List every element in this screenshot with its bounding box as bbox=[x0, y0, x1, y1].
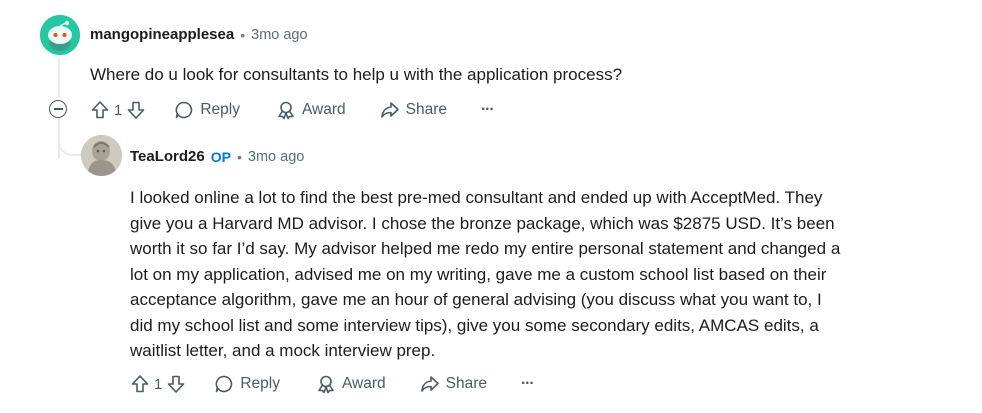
reply-button[interactable]: Reply bbox=[174, 100, 240, 120]
separator-dot: • bbox=[240, 26, 246, 43]
timestamp[interactable]: 3mo ago bbox=[251, 27, 307, 43]
comment-actions: 1 Reply Award Share ··· bbox=[90, 100, 494, 120]
avatar[interactable] bbox=[81, 135, 122, 176]
user-photo-icon bbox=[81, 135, 122, 176]
award-label: Award bbox=[301, 101, 346, 118]
comment-line: worth it so far I’d say. My advisor help… bbox=[130, 239, 841, 258]
vote-count: 1 bbox=[154, 375, 163, 393]
collapse-thread-button[interactable] bbox=[49, 100, 67, 118]
downvote-icon[interactable] bbox=[126, 100, 146, 120]
comment-line: acceptance algorithm, gave me an hour of… bbox=[130, 290, 822, 309]
vote-count: 1 bbox=[114, 101, 123, 119]
thread-connector bbox=[58, 118, 82, 156]
avatar[interactable] bbox=[40, 15, 80, 55]
comment-line: I looked online a lot to find the best p… bbox=[130, 188, 823, 207]
share-icon bbox=[380, 100, 400, 120]
share-label: Share bbox=[445, 375, 488, 392]
comment-body: I looked online a lot to find the best p… bbox=[130, 185, 840, 364]
vote-group: 1 bbox=[90, 100, 146, 120]
more-options-icon: ··· bbox=[521, 375, 534, 392]
downvote-icon[interactable] bbox=[166, 374, 186, 394]
upvote-icon[interactable] bbox=[90, 100, 110, 120]
comment-icon bbox=[214, 374, 234, 394]
award-button[interactable]: Award bbox=[316, 374, 386, 394]
snoo-avatar-icon bbox=[40, 15, 80, 55]
award-button[interactable]: Award bbox=[276, 100, 346, 120]
reply-button[interactable]: Reply bbox=[214, 374, 280, 394]
award-icon bbox=[276, 100, 296, 120]
comment-header: mangopineapplesea • 3mo ago bbox=[90, 26, 308, 43]
comment-line: give you a Harvard MD advisor. I chose t… bbox=[130, 213, 835, 233]
upvote-icon[interactable] bbox=[130, 374, 150, 394]
more-options-icon: ··· bbox=[481, 101, 494, 118]
comment-line: lot on my application, advised me on my … bbox=[130, 264, 827, 284]
share-label: Share bbox=[405, 101, 448, 118]
share-icon bbox=[420, 374, 440, 394]
separator-dot: • bbox=[236, 148, 242, 165]
timestamp[interactable]: 3mo ago bbox=[248, 149, 304, 165]
op-badge: OP bbox=[210, 148, 231, 165]
share-button[interactable]: Share bbox=[420, 374, 487, 394]
reply-label: Reply bbox=[200, 101, 240, 118]
more-options-button[interactable]: ··· bbox=[481, 101, 494, 119]
username[interactable]: mangopineapplesea bbox=[90, 26, 234, 43]
award-icon bbox=[316, 374, 336, 394]
reply-label: Reply bbox=[240, 375, 280, 392]
comment-line: waitlist letter, and a mock interview pr… bbox=[130, 341, 436, 360]
comment-icon bbox=[174, 100, 194, 120]
username[interactable]: TeaLord26 bbox=[130, 148, 205, 165]
comment-actions: 1 Reply Award Share ··· bbox=[130, 374, 534, 394]
vote-group: 1 bbox=[130, 374, 186, 394]
award-label: Award bbox=[341, 375, 386, 392]
thread-line bbox=[58, 58, 60, 98]
more-options-button[interactable]: ··· bbox=[521, 375, 534, 393]
comment-body: Where do u look for consultants to help … bbox=[90, 65, 623, 84]
share-button[interactable]: Share bbox=[380, 100, 447, 120]
comment-line: did my school list and some interview ti… bbox=[130, 315, 819, 335]
comment-header: TeaLord26 OP • 3mo ago bbox=[130, 148, 304, 165]
